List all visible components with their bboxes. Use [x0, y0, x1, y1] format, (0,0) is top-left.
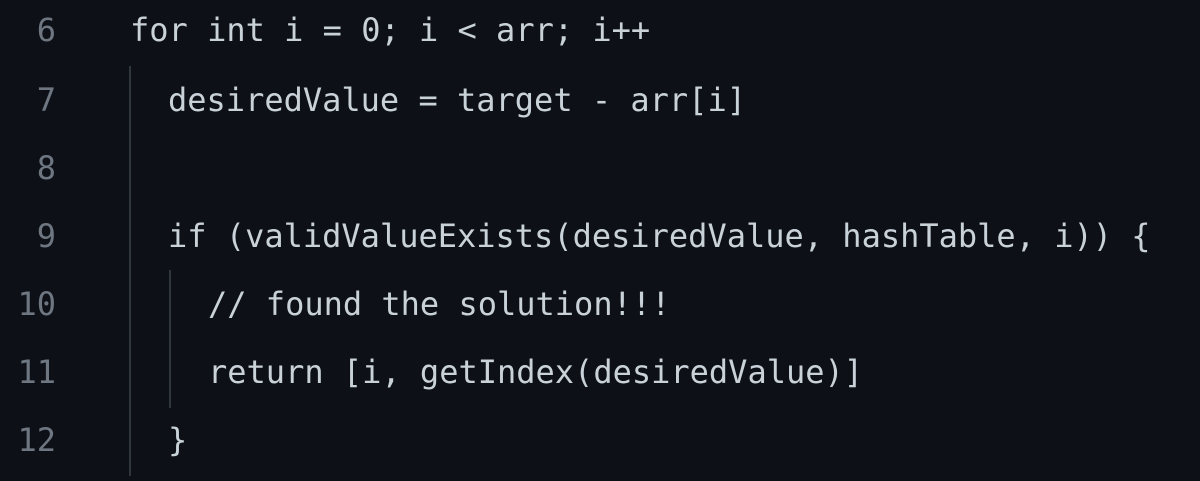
code-editor[interactable]: 6 7 8 9 10 11 12 for int i = 0; i < arr;…	[0, 0, 1200, 481]
code-line[interactable]: desiredValue = target - arr[i]	[168, 80, 746, 120]
code-line[interactable]: }	[168, 420, 187, 460]
indent-guide	[129, 66, 131, 476]
code-line[interactable]: if (validValueExists(desiredValue, hashT…	[168, 216, 1151, 256]
code-line[interactable]: return [i, getIndex(desiredValue)]	[208, 352, 863, 392]
indent-guide	[169, 270, 171, 408]
code-line[interactable]: for int i = 0; i < arr; i++	[130, 10, 650, 50]
code-area[interactable]: for int i = 0; i < arr; i++ desiredValue…	[0, 0, 1200, 481]
code-comment[interactable]: // found the solution!!!	[208, 284, 670, 324]
